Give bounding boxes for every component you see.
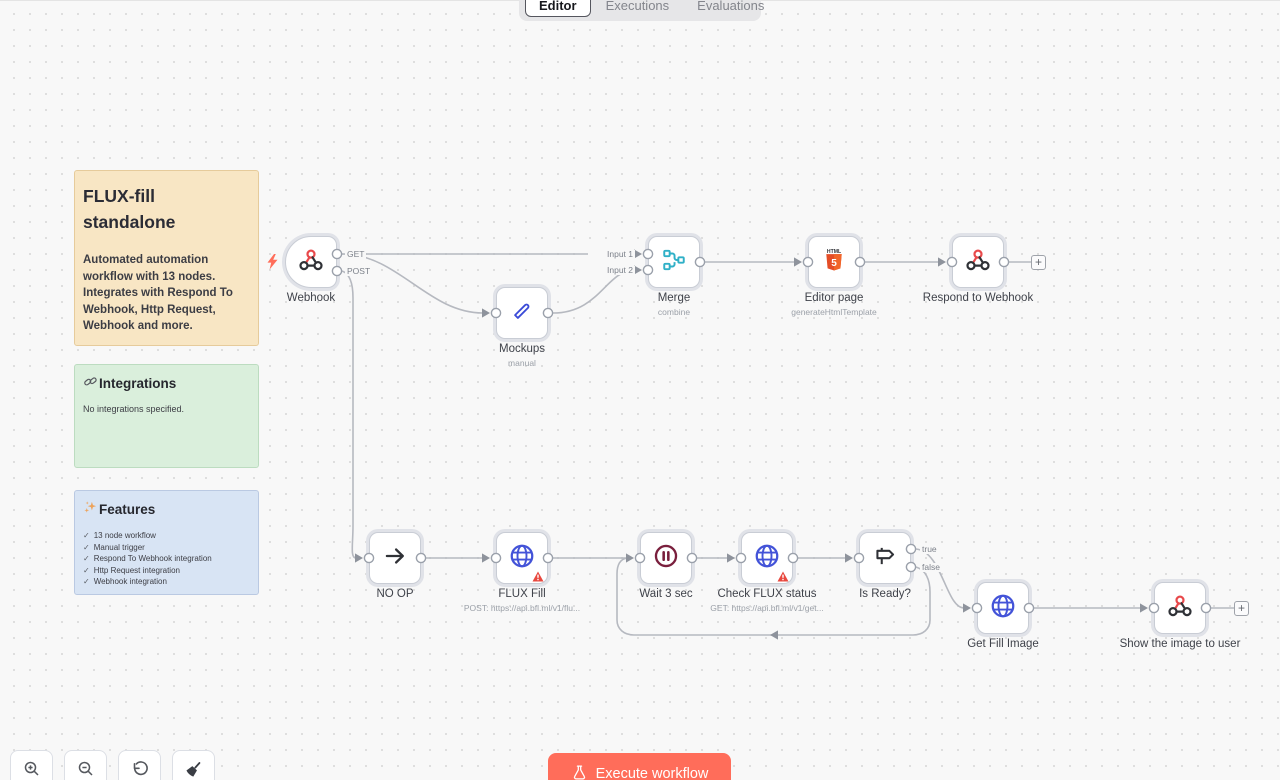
node-sublabel: POST: https://api.bfl.ml/v1/flu... (463, 603, 581, 613)
sticky-note-features[interactable]: Features ✓ 13 node workflow ✓ Manual trigg… (74, 490, 259, 595)
undo-icon (130, 759, 150, 780)
node-mockups[interactable]: Mockups manual (496, 287, 548, 368)
check-icon: ✓ (83, 554, 90, 563)
execute-workflow-button[interactable]: Execute workflow (548, 753, 731, 780)
zoom-in-button[interactable] (10, 750, 53, 780)
node-label: Check FLUX status (717, 588, 817, 600)
zoom-out-button[interactable] (64, 750, 107, 780)
sparkles-icon (83, 500, 98, 518)
features-title: Features (99, 501, 156, 517)
feature-item: Http Request integration (93, 565, 180, 575)
node-label: Is Ready? (859, 588, 911, 600)
feature-item: Webhook integration (93, 577, 167, 586)
zoom-in-icon (22, 759, 42, 780)
node-is-ready[interactable]: Is Ready? (859, 532, 911, 600)
merge-icon (661, 247, 687, 278)
tab-editor[interactable]: Editor (525, 0, 591, 17)
warning-icon (532, 569, 544, 582)
feature-item: 13 node workflow (93, 531, 156, 540)
webhook-icon (964, 246, 992, 279)
node-merge[interactable]: Merge combine (648, 236, 700, 317)
node-get-fill-image[interactable]: Get Fill Image (967, 582, 1039, 650)
output-label-get: GET (345, 249, 367, 259)
view-switcher: Editor Executions Evaluations (519, 0, 764, 21)
trigger-bolt-icon (266, 254, 279, 275)
tidy-up-button[interactable] (172, 750, 215, 780)
add-node-button[interactable]: + (1031, 255, 1046, 270)
node-label: FLUX Fill (498, 588, 546, 600)
node-label: Merge (657, 292, 691, 304)
sticky-title-text: FLUX-fill standalone (83, 186, 176, 232)
input-label-input1: Input 1 (588, 250, 635, 259)
node-sublabel: combine (657, 307, 691, 317)
broom-icon (184, 759, 204, 780)
edit-pen-icon (509, 298, 535, 329)
check-icon: ✓ (83, 531, 90, 540)
globe-icon (988, 591, 1018, 626)
webhook-icon (297, 246, 325, 279)
node-webhook[interactable]: Webhook (285, 236, 337, 304)
html5-icon: HTML 5 (820, 246, 848, 279)
node-label: NO OP (376, 588, 414, 600)
node-label: Mockups (498, 343, 546, 355)
node-respond-to-webhook[interactable]: Respond to Webhook (923, 236, 1033, 304)
tab-executions[interactable]: Executions (593, 0, 683, 17)
feature-item: Manual trigger (93, 542, 145, 552)
features-list: ✓ 13 node workflow ✓ Manual trigger ✓ Respo… (83, 531, 250, 586)
link-icon (83, 374, 98, 392)
node-editor-page[interactable]: HTML 5 Editor page generateHtmlTemplate (791, 236, 877, 317)
warning-icon (777, 569, 789, 582)
node-label: Respond to Webhook (922, 292, 1034, 304)
zoom-out-icon (76, 759, 96, 780)
node-check-flux-status[interactable]: Check FLUX status GET: https://api.bfl.m… (710, 532, 824, 613)
output-label-true: true (920, 544, 939, 554)
check-icon: ✓ (83, 565, 90, 575)
svg-text:5: 5 (831, 257, 837, 268)
check-icon: ✓ (83, 542, 90, 552)
node-sublabel: GET: https://api.bfl.ml/v1/get... (710, 603, 824, 613)
node-label: Wait 3 sec (639, 588, 693, 600)
sticky-note-integrations[interactable]: Integrations No integrations specified. (74, 364, 259, 468)
undo-button[interactable] (118, 750, 161, 780)
integrations-body: No integrations specified. (83, 404, 185, 414)
output-label-post: POST (345, 266, 373, 276)
integrations-title: Integrations (99, 375, 177, 391)
flask-icon (571, 764, 588, 780)
tab-evaluations[interactable]: Evaluations (684, 0, 777, 17)
output-label-false: false (920, 562, 942, 572)
sticky-body-text: Automated automation workflow with 13 no… (83, 254, 233, 332)
node-flux-fill[interactable]: FLUX Fill POST: https://api.bfl.ml/v1/fl… (464, 532, 580, 613)
node-sublabel: generateHtmlTemplate (791, 307, 877, 317)
node-label: Show the image to user (1119, 638, 1241, 650)
signpost-icon (872, 543, 898, 574)
arrow-right-icon (382, 543, 408, 574)
node-wait[interactable]: Wait 3 sec (639, 532, 693, 600)
sticky-note-title[interactable]: FLUX-fill standalone Automated automatio… (74, 170, 259, 346)
input-label-input2: Input 2 (588, 266, 635, 275)
pause-icon (652, 542, 680, 575)
node-no-op[interactable]: NO OP (369, 532, 421, 600)
feature-item: Respond To Webhook integration (93, 554, 212, 563)
node-sublabel: manual (508, 358, 536, 368)
node-label: Webhook (286, 292, 336, 304)
svg-text:HTML: HTML (827, 248, 841, 254)
webhook-icon (1166, 592, 1194, 625)
execute-workflow-label: Execute workflow (595, 766, 709, 780)
add-node-button[interactable]: + (1234, 601, 1249, 616)
node-label: Get Fill Image (967, 638, 1039, 650)
node-label: Editor page (804, 292, 864, 304)
check-icon: ✓ (83, 577, 90, 586)
node-show-image[interactable]: Show the image to user (1120, 582, 1240, 650)
